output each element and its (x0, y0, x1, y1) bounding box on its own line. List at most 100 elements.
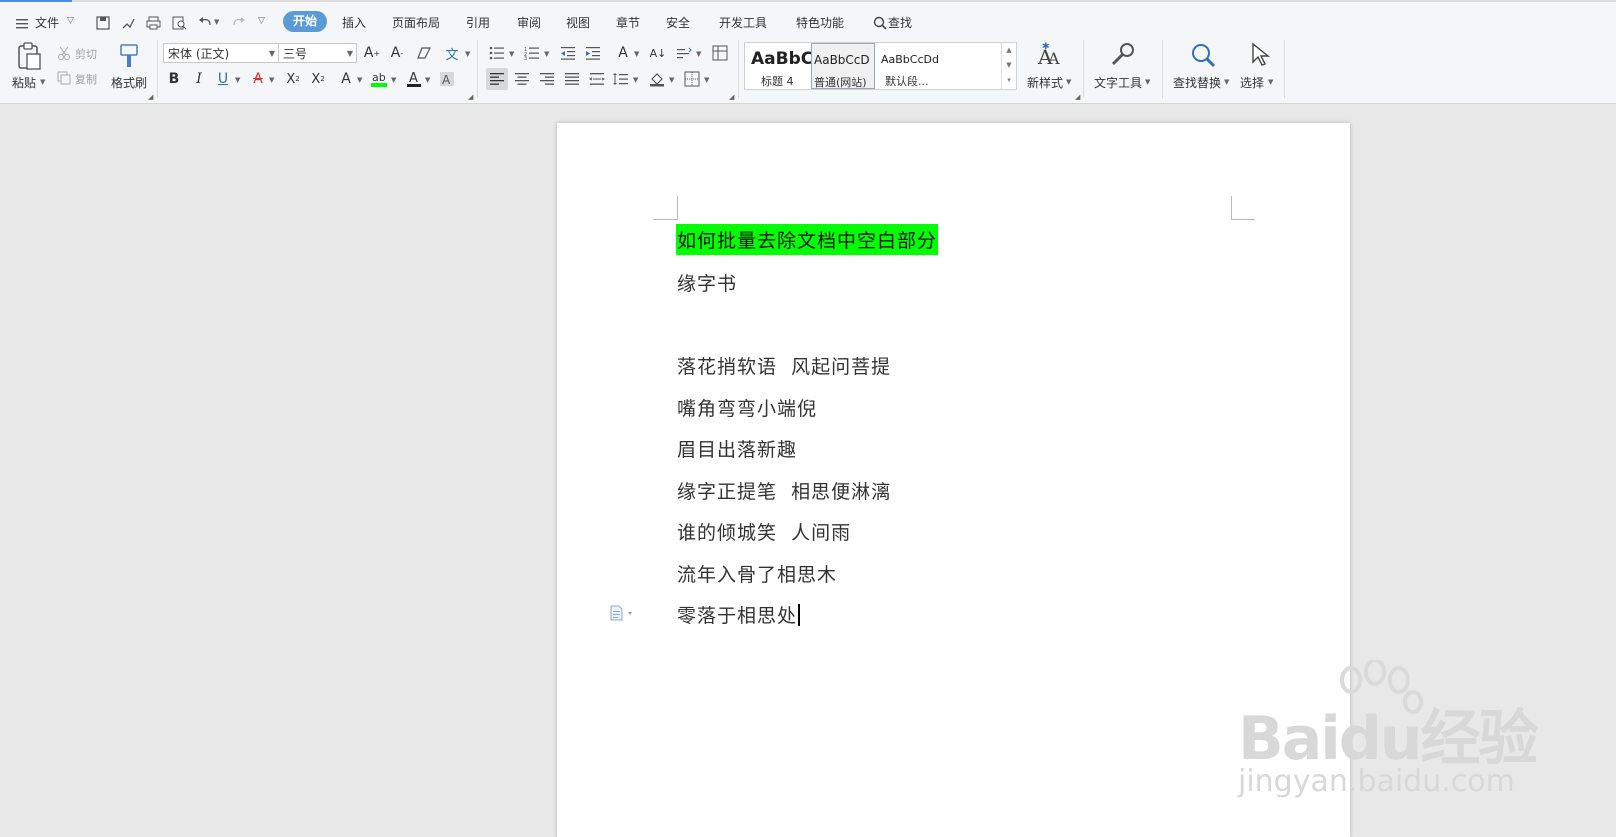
italic-icon[interactable]: I (188, 68, 210, 90)
wrench-icon[interactable] (1110, 42, 1136, 72)
document-line[interactable]: 流年入骨了相思木 (677, 560, 837, 587)
borders-dropdown-icon[interactable]: ▼ (704, 76, 709, 84)
tab-chapter[interactable]: 章节 (616, 14, 640, 31)
increase-indent-icon[interactable] (582, 42, 604, 64)
document-line[interactable]: 眉目出落新趣 (677, 435, 797, 462)
style-normal-web[interactable]: AaBbCcD 普通(网站) (811, 43, 875, 89)
undo-dropdown-icon[interactable]: ▼ (214, 18, 219, 26)
document-line[interactable]: 落花捎软语 风起问菩提 (677, 352, 891, 379)
chinese-layout-icon[interactable]: A (612, 42, 634, 64)
redo-icon[interactable] (229, 14, 247, 32)
increase-font-size-icon[interactable]: A + (361, 42, 383, 64)
highlight-dropdown-icon[interactable]: ▼ (391, 76, 396, 84)
paste-button[interactable]: 粘贴 (12, 74, 36, 91)
document-line[interactable]: 嘴角弯弯小端倪 (677, 394, 817, 421)
bullets-icon[interactable] (486, 42, 508, 64)
text-tools-button[interactable]: 文字工具 (1094, 74, 1142, 91)
styles-launcher-icon[interactable]: ◢ (1075, 93, 1080, 101)
distributed-align-icon[interactable] (586, 68, 608, 90)
file-menu-button[interactable] (15, 15, 29, 34)
sort-icon[interactable]: A↓ (647, 42, 669, 64)
marks-dropdown-icon[interactable]: ▼ (696, 50, 701, 58)
tab-review[interactable]: 审阅 (517, 14, 541, 31)
numbering-dropdown-icon[interactable]: ▼ (544, 50, 549, 58)
style-default-paragraph[interactable]: AaBbCcDd 默认段... (877, 43, 995, 89)
tab-security[interactable]: 安全 (666, 14, 690, 31)
document-line[interactable]: 缘字书 (677, 269, 737, 296)
select-dropdown-icon[interactable]: ▼ (1268, 78, 1273, 86)
text-effect-icon[interactable]: A (335, 68, 357, 90)
search-label[interactable]: 查找 (888, 14, 912, 31)
shading-dropdown-icon[interactable]: ▼ (669, 76, 674, 84)
strikethrough-icon[interactable]: A (247, 68, 269, 90)
paragraph-launcher-icon[interactable]: ◢ (729, 93, 734, 101)
style-gallery-scroll[interactable]: ▲ ▼ ▾ (1001, 43, 1016, 89)
cut-button[interactable]: 剪切 (75, 46, 97, 62)
phonetic-guide-icon[interactable]: 文 (441, 42, 463, 64)
borders-icon[interactable] (681, 68, 703, 90)
cut-icon[interactable] (57, 45, 71, 64)
underline-icon[interactable]: U (212, 68, 234, 90)
subscript-icon[interactable]: X2 (307, 68, 329, 90)
undo-icon[interactable] (196, 14, 214, 32)
format-painter-icon[interactable] (118, 43, 140, 73)
document-line[interactable]: 缘字正提笔 相思便淋漓 (677, 477, 891, 504)
tab-insert[interactable]: 插入 (342, 14, 366, 31)
font-size-select[interactable]: 三号 ▼ (278, 43, 357, 63)
font-color-dropdown-icon[interactable]: ▼ (425, 76, 430, 84)
style-heading-4[interactable]: AaBbC 标题 4 (747, 43, 813, 89)
table-insert-icon[interactable] (709, 42, 731, 64)
font-launcher-icon[interactable]: ◢ (468, 93, 473, 101)
copy-button[interactable]: 复制 (75, 71, 97, 87)
copy-icon[interactable] (57, 70, 71, 89)
select-cursor-icon[interactable] (1250, 42, 1272, 72)
underline-dropdown-icon[interactable]: ▼ (235, 76, 240, 84)
text-effect-dropdown-icon[interactable]: ▼ (357, 76, 362, 84)
save-icon[interactable] (94, 14, 112, 32)
search-icon[interactable] (871, 14, 889, 32)
select-button[interactable]: 选择 (1240, 74, 1264, 91)
tab-view[interactable]: 视图 (566, 14, 590, 31)
document-line-last[interactable]: 零落于相思处 (677, 601, 801, 628)
justify-icon[interactable] (561, 68, 583, 90)
paste-icon[interactable] (16, 42, 42, 74)
phonetic-dropdown-icon[interactable]: ▼ (465, 50, 470, 58)
text-tools-dropdown-icon[interactable]: ▼ (1145, 78, 1150, 86)
line-spacing-dropdown-icon[interactable]: ▼ (633, 76, 638, 84)
font-color-icon[interactable]: A (403, 68, 425, 90)
new-style-dropdown-icon[interactable]: ▼ (1066, 78, 1071, 86)
tab-special-features[interactable]: 特色功能 (796, 14, 844, 31)
output-icon[interactable] (119, 14, 137, 32)
paste-dropdown-icon[interactable]: ▼ (40, 78, 45, 86)
customize-quick-access-icon[interactable]: ▽ (258, 16, 265, 26)
decrease-font-size-icon[interactable]: A- (386, 42, 408, 64)
find-replace-dropdown-icon[interactable]: ▼ (1224, 78, 1229, 86)
new-style-icon[interactable]: A A ✱ (1036, 40, 1062, 72)
character-shading-icon[interactable]: A (436, 68, 458, 90)
print-icon[interactable] (144, 14, 162, 32)
bold-icon[interactable]: B (163, 68, 185, 90)
clear-format-icon[interactable] (413, 42, 435, 64)
shading-icon[interactable] (646, 68, 668, 90)
print-preview-icon[interactable] (170, 14, 188, 32)
highlight-icon[interactable]: ab (368, 68, 390, 90)
paragraph-handle-icon[interactable] (610, 605, 638, 625)
align-right-icon[interactable] (536, 68, 558, 90)
document-line[interactable]: 谁的倾城笑 人间雨 (677, 518, 851, 545)
format-painter-button[interactable]: 格式刷 (111, 74, 147, 91)
find-replace-icon[interactable] (1190, 42, 1216, 72)
document-title[interactable]: 如何批量去除文档中空白部分 (676, 224, 939, 255)
font-name-select[interactable]: 宋体 (正文) ▼ (163, 43, 279, 63)
align-left-icon[interactable] (486, 68, 508, 90)
tab-page-layout[interactable]: 页面布局 (392, 14, 440, 31)
clipboard-launcher-icon[interactable]: ◢ (148, 93, 153, 101)
line-spacing-icon[interactable] (610, 68, 632, 90)
bullets-dropdown-icon[interactable]: ▼ (509, 50, 514, 58)
file-menu-label[interactable]: 文件 (35, 14, 59, 31)
align-center-icon[interactable] (511, 68, 533, 90)
tab-developer[interactable]: 开发工具 (719, 14, 767, 31)
file-menu-chevron-icon[interactable]: ▽ (67, 16, 74, 26)
find-replace-button[interactable]: 查找替换 (1173, 74, 1221, 91)
tab-start[interactable]: 开始 (283, 11, 328, 32)
tab-references[interactable]: 引用 (466, 14, 490, 31)
